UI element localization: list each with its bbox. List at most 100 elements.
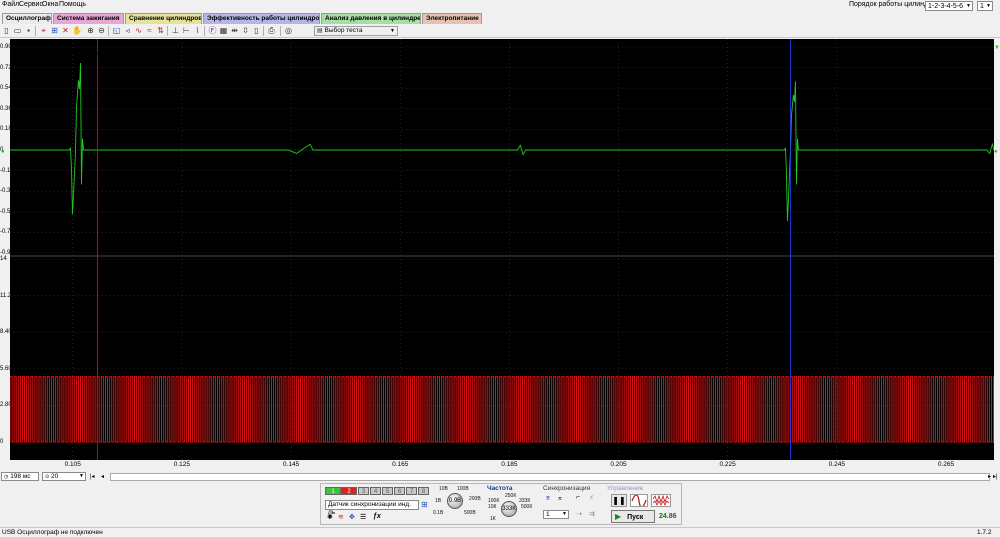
print-icon[interactable]: ⎙ [267,26,276,35]
voltage-scale-01v: 0.1В [433,510,444,516]
scroll-first-icon[interactable]: |◂ [90,473,95,480]
sync-level-icon[interactable]: ⇢ [576,510,582,518]
menu-file[interactable]: Файл [2,1,19,8]
channel-button-3[interactable]: 3 [358,487,369,495]
voltage-scale-100v: 100В [457,486,469,492]
x-tick-label: 0.105 [64,461,81,468]
wave-filter-icon[interactable]: ≋ [338,513,344,521]
count-value: 20 [51,473,59,480]
x-tick-label: 0.145 [282,461,300,468]
channel1-zero-marker-icon[interactable]: ● [1,149,5,155]
channel-button-4[interactable]: 4 [370,487,381,495]
firing-order-select[interactable]: 1-2-3-4-5-6 ▼ [925,1,973,11]
control-panel: 12345678 Датчик синхронизации инд. ль ⊞ … [320,483,682,525]
invert-icon[interactable]: ⇅ [156,26,165,35]
zoom-in-icon[interactable]: ⊕ [86,26,95,35]
scroll-next-icon[interactable]: ▸ [988,473,991,480]
scale-x-icon[interactable]: ✕ [61,26,70,35]
channel-button-5[interactable]: 5 [382,487,393,495]
count-icon: ⊙ [45,474,50,480]
single-shot-button[interactable] [630,494,648,508]
x-tick-label: 0.205 [610,461,627,468]
page-icon[interactable]: ▯ [252,26,261,35]
sync-delay-icon[interactable]: ⇉ [589,510,595,518]
fps-value: 24.86 [659,513,677,520]
clock-icon: ◷ [4,474,9,480]
continuous-button[interactable] [651,494,671,507]
hand-icon[interactable]: ✋ [72,26,82,35]
pause-button[interactable]: ❚❚ [611,494,627,507]
toolbar-separator [263,26,264,36]
cursor-x-icon[interactable]: ⊥ [171,26,180,35]
test-select[interactable]: ▤ Выбор теста ▼ [314,26,398,36]
channel-button-7[interactable]: 7 [406,487,417,495]
save-icon[interactable]: ▪ [24,26,33,35]
function-icon[interactable]: ƒx [373,513,381,520]
sync-channel-select[interactable]: 1 ▼ [543,510,569,519]
camera-icon[interactable]: ◎ [284,26,293,35]
new-file-icon[interactable]: ▯ [2,26,11,35]
sync-channel-value: 1 [546,511,550,518]
channel-button-2[interactable]: 2 [341,487,357,495]
multi-wave-icon [652,494,670,506]
status-text: USB Осциллограф не подключен [2,529,103,536]
cursor-y-icon[interactable]: ⊢ [182,26,191,35]
cursor-icon[interactable]: ⌖ [39,26,48,35]
lines-icon[interactable]: ☰ [360,513,366,521]
pan-left-icon[interactable]: ◃ [123,26,132,35]
channel1-trigger-marker-icon[interactable]: ▼ [994,45,1000,51]
tab-cylinder-efficiency[interactable]: Эффективность работы цилиндров [203,13,320,24]
firing-order-value: 1-2-3-4-5-6 [928,3,964,10]
tab-cylinder-compare[interactable]: Сравнение цилиндров [125,13,202,24]
zoom-area-icon[interactable]: ⊞ [50,26,59,35]
sensor-settings-icon[interactable]: ⊞ [421,500,428,509]
menu-service[interactable]: Сервис [19,1,43,8]
v-split-icon[interactable]: ⇳ [241,26,250,35]
voltage-scale-10v: 10В [439,486,448,492]
menu-help[interactable]: Помощь [59,1,86,8]
sensor-select[interactable]: Датчик синхронизации инд. ль [325,500,419,516]
tab-power-supply[interactable]: Электропитание [422,13,482,24]
falling-edge-icon[interactable]: ⌅ [557,494,563,502]
h-split-icon[interactable]: ⇹ [230,26,239,35]
scroll-prev-icon[interactable]: ◂ [101,473,104,480]
plot-area[interactable]: 1 Датчик синхронизации инд. линейка (В) … [10,39,994,460]
toolbar: ▯ ▭ ▪ ⌖ ⊞ ✕ ✋ ⊕ ⊖ ◱ ◃ ∿ ≈ ⇅ ⊥ ⊢ ⌇ Ⓕ ▦ ⇹ … [0,24,1000,38]
channel-button-1[interactable]: 1 [325,487,341,495]
menu-windows[interactable]: Окна [42,1,58,8]
start-button[interactable]: ▶ Пуск [611,510,655,523]
marker-icon[interactable]: ⌇ [193,26,202,35]
tab-ignition[interactable]: Система зажигания [53,13,124,24]
frequency-knob[interactable]: 333К [501,501,517,517]
record-icon[interactable]: ✺ [327,513,333,521]
filter-icon[interactable]: Ⓕ [208,26,217,35]
channel1-right-marker-icon[interactable]: ● [994,149,998,155]
zoom-out-icon[interactable]: ⊖ [97,26,106,35]
count-select[interactable]: ⊙ 20 ▼ [42,472,86,481]
tab-cylinder-pressure[interactable]: Анализ давления в цилиндре [321,13,421,24]
freq-scale-250k: 250К [505,493,517,499]
sync-mode-icon[interactable]: ⌐ [576,494,580,501]
menu-bar: Файл Сервис Окна Помощь Порядок работы ц… [0,0,1000,11]
channel-button-8[interactable]: 8 [418,487,429,495]
rising-edge-icon[interactable]: ⌆ [545,494,551,502]
scroll-last-icon[interactable]: ▸| [993,473,998,480]
time-scrollbar[interactable] [110,473,990,481]
tab-oscilloscope[interactable]: Осциллограф [2,13,52,24]
timebase-value: 198 мс [10,473,31,480]
cylinder-select[interactable]: 1 ▼ [977,1,993,11]
pause-icon: ❚❚ [612,496,626,505]
voltage-knob[interactable]: 0.9В [447,493,463,509]
sine-icon[interactable]: ≈ [145,26,154,35]
play-icon: ▶ [615,512,622,521]
grid-icon[interactable]: ▦ [219,26,228,35]
timebase-select[interactable]: ◷ 198 мс [1,472,39,481]
zoom-fit-icon[interactable]: ◱ [112,26,121,35]
x-tick-label: 0.125 [173,461,191,468]
waveform-svg [10,39,994,460]
wave-icon[interactable]: ∿ [134,26,143,35]
sync-auto-icon[interactable]: ⚡ [589,494,594,502]
open-folder-icon[interactable]: ▭ [13,26,22,35]
channel-button-6[interactable]: 6 [394,487,405,495]
move-icon[interactable]: ✥ [349,513,355,521]
